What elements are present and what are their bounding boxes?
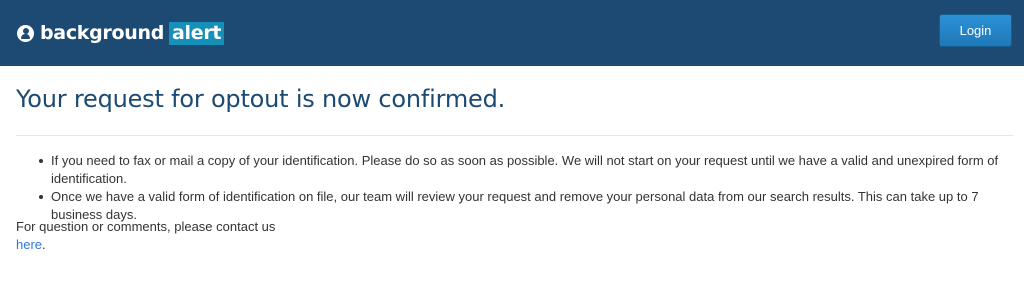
instructions-list: If you need to fax or mail a copy of you… — [37, 152, 1017, 224]
page-title: Your request for optout is now confirmed… — [16, 85, 506, 113]
contact-period: . — [42, 237, 46, 252]
contact-text: For question or comments, please contact… — [16, 219, 276, 234]
list-item: If you need to fax or mail a copy of you… — [37, 152, 1017, 188]
brand-word-alert: alert — [169, 21, 225, 45]
contact-here-link[interactable]: here — [16, 237, 42, 252]
login-button[interactable]: Login — [939, 14, 1012, 47]
brand-word-background: background — [40, 22, 164, 44]
top-navbar: background alert Login — [0, 0, 1024, 66]
contact-section: For question or comments, please contact… — [16, 218, 275, 254]
person-pin-icon — [17, 24, 34, 42]
brand-logo[interactable]: background alert — [17, 21, 225, 45]
title-divider — [16, 135, 1013, 136]
